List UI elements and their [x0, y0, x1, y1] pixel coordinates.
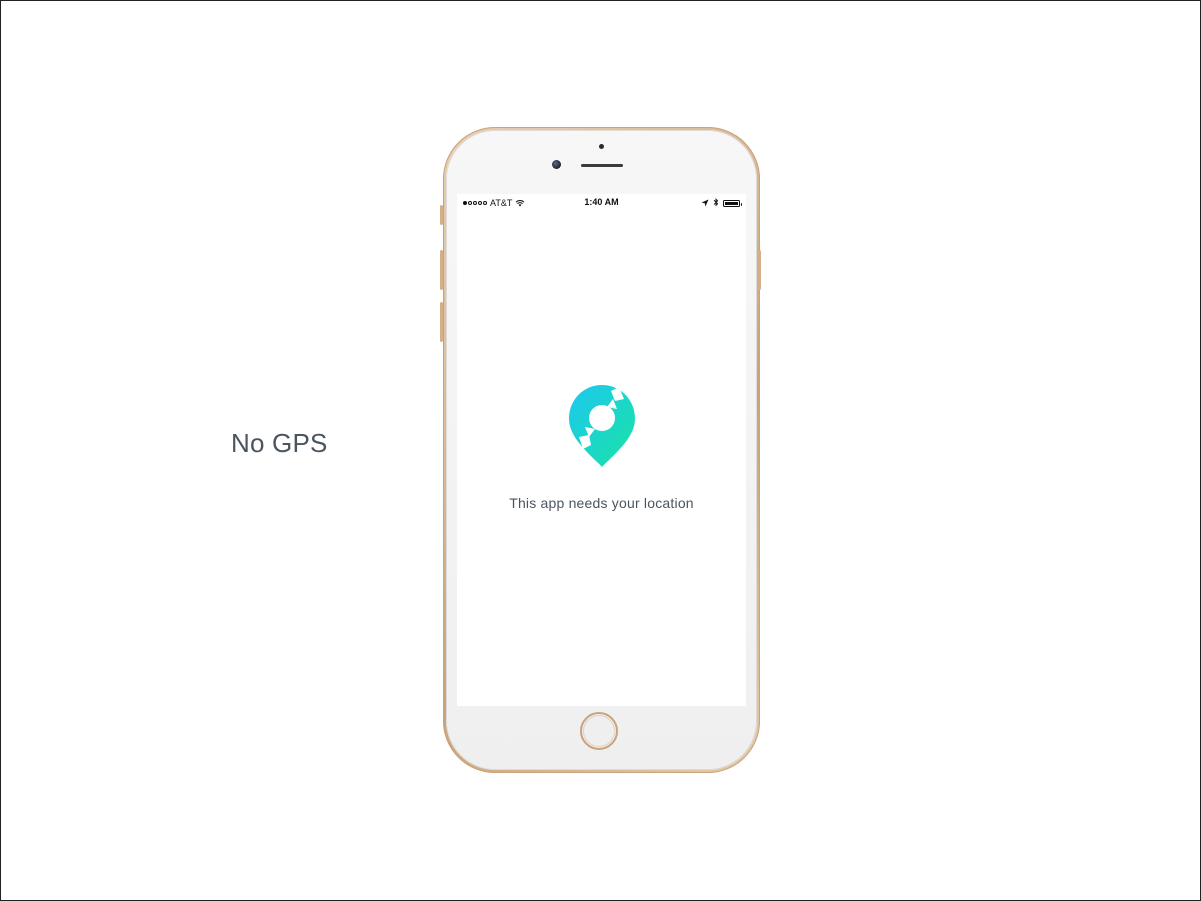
location-pin-sync-icon [567, 383, 637, 469]
mute-switch [440, 205, 443, 225]
bluetooth-icon [713, 198, 719, 209]
home-button-ring [583, 715, 615, 747]
earpiece-speaker [581, 164, 623, 167]
location-required-message: This app needs your location [509, 495, 694, 511]
front-camera-icon [552, 160, 561, 169]
proximity-sensor [599, 144, 604, 149]
volume-up-button [440, 250, 443, 290]
volume-down-button [440, 302, 443, 342]
home-button[interactable] [580, 712, 618, 750]
power-button [758, 250, 761, 290]
battery-fill [725, 202, 738, 205]
slide-title: No GPS [231, 428, 328, 458]
status-bar-right [701, 198, 742, 209]
location-arrow-icon [701, 199, 709, 209]
phone-screen: AT&T 1:40 AM This app needs your locatio… [457, 194, 746, 706]
battery-icon [723, 200, 742, 207]
status-bar: AT&T 1:40 AM [457, 194, 746, 212]
